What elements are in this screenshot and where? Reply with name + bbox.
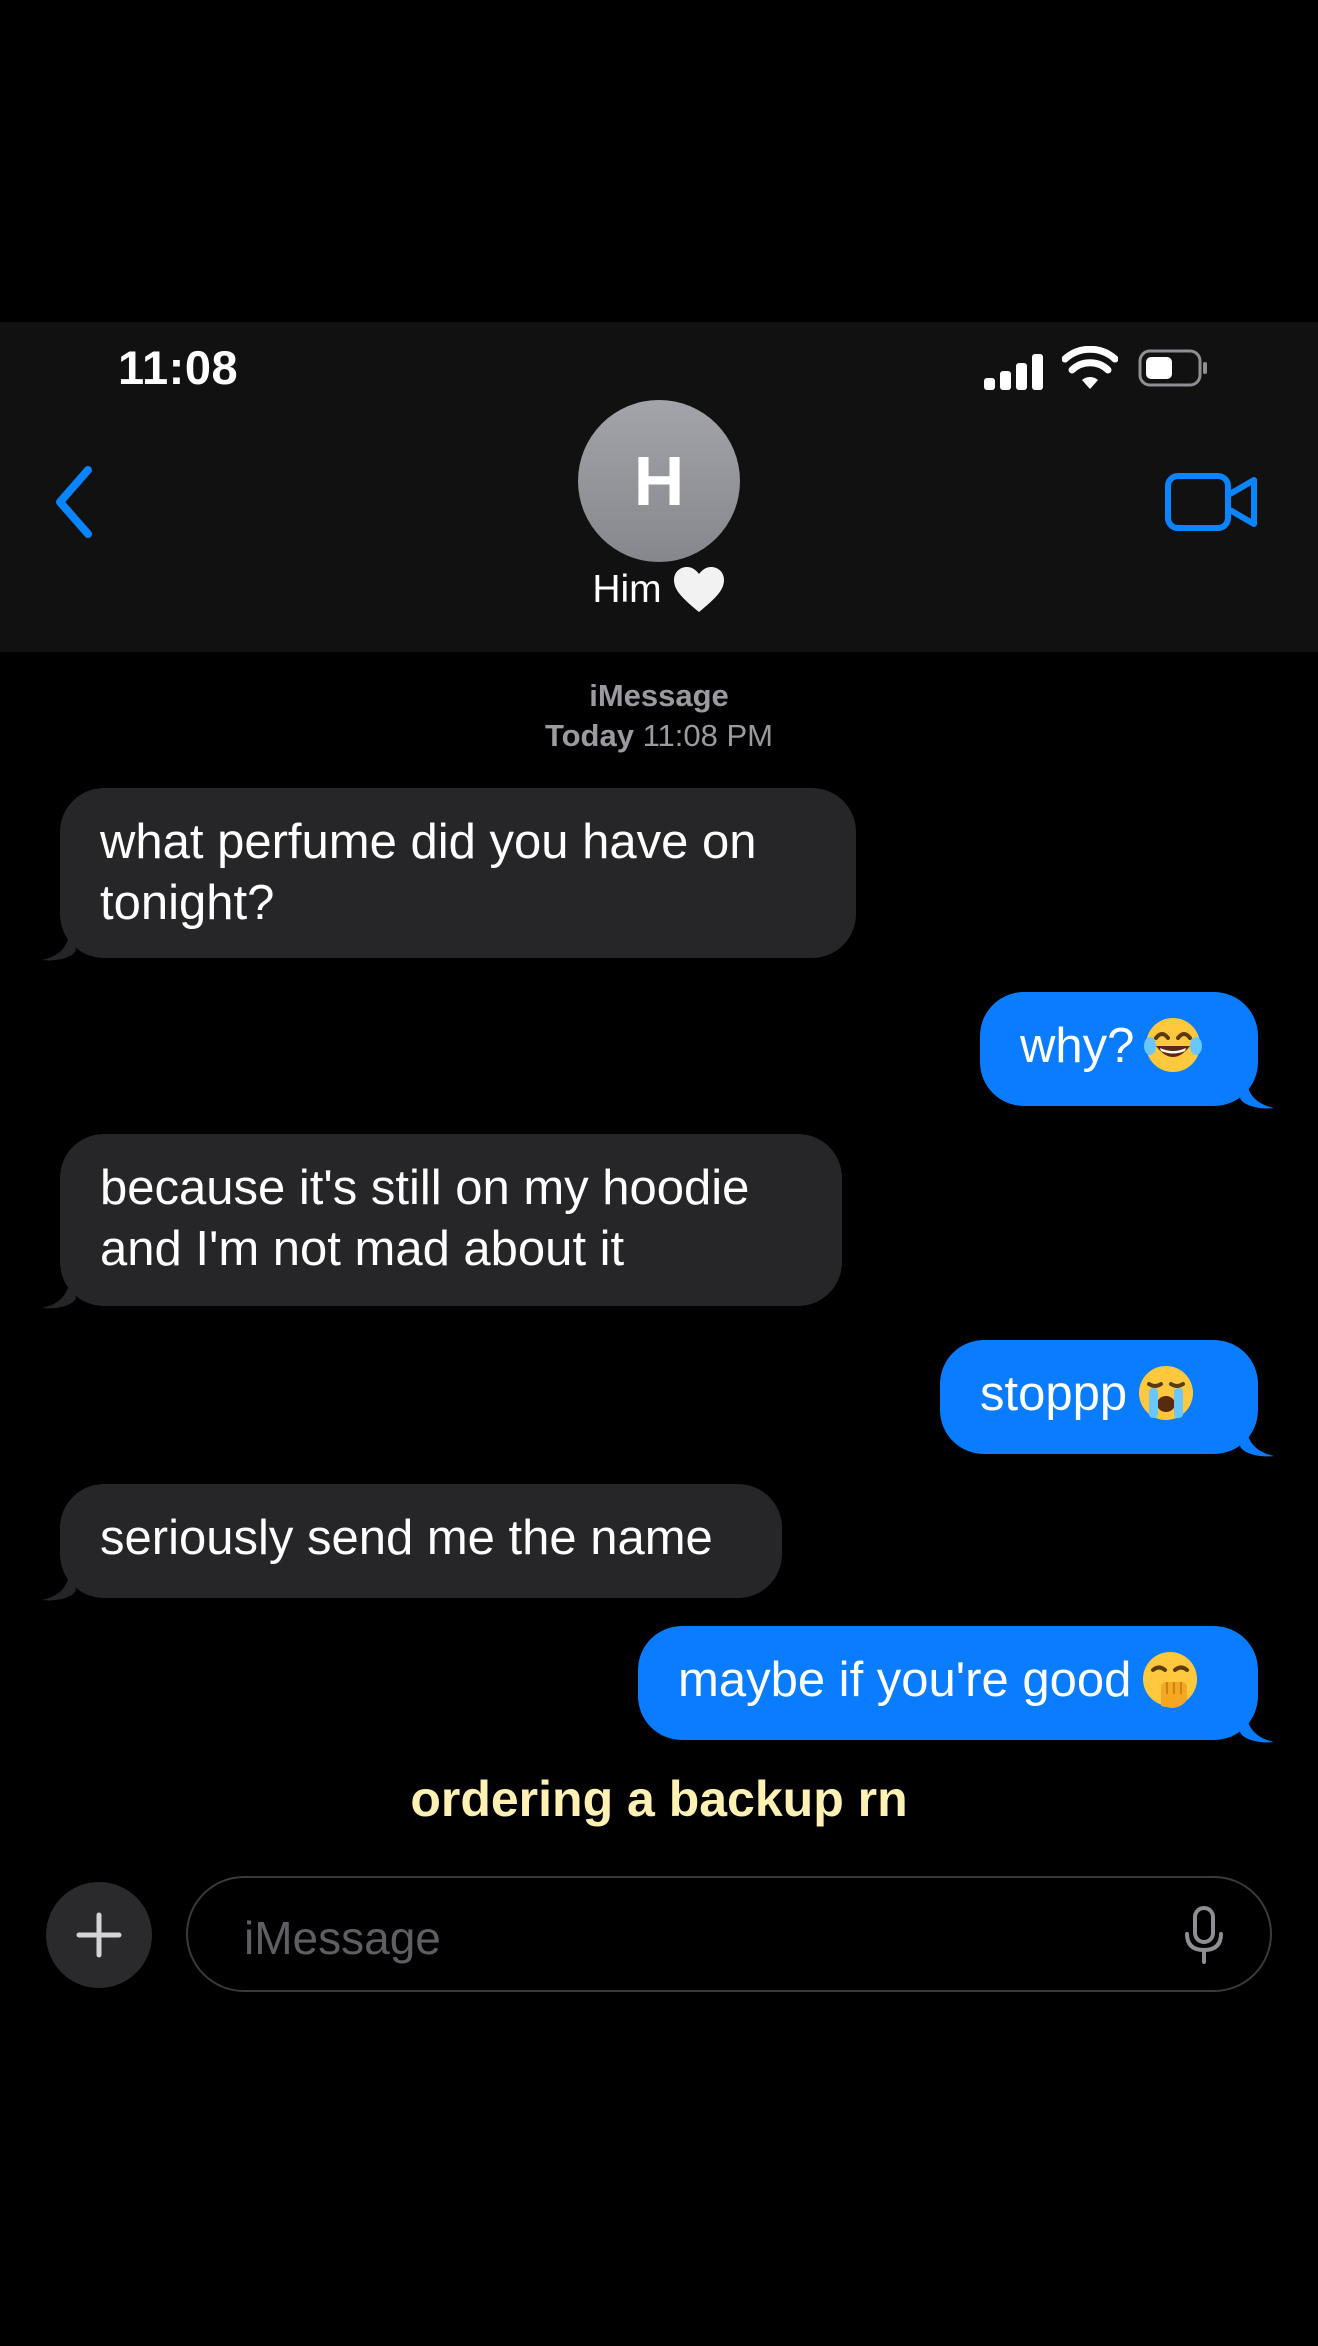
message-text: stoppp	[980, 1367, 1128, 1421]
contact-name-button[interactable]: Him	[0, 566, 1318, 614]
overlay-caption: ordering a backup rn	[410, 1771, 908, 1827]
contact-name: Him	[592, 568, 662, 611]
timestamp-time: 11:08 PM	[642, 718, 773, 753]
message-text: seriously send me the name	[100, 1511, 713, 1565]
message-bubble-outgoing[interactable]: why?	[980, 992, 1258, 1106]
message-text: because it's still on my hoodie and I'm …	[100, 1161, 750, 1276]
wifi-icon	[1062, 346, 1118, 389]
thread-timestamp: Today 11:08 PM	[0, 718, 1318, 754]
message-bubble-incoming[interactable]: seriously send me the name	[60, 1484, 782, 1598]
message-text: why?	[1020, 1019, 1135, 1073]
message-text: what perfume did you have on tonight?	[100, 815, 757, 930]
laughing-tears-emoji	[1144, 1018, 1203, 1072]
apps-plus-button[interactable]	[46, 1882, 152, 1988]
bubble-tail	[42, 926, 76, 961]
plus-icon	[76, 1912, 122, 1958]
battery-icon	[1138, 349, 1207, 387]
hand-over-mouth-emoji	[1143, 1652, 1198, 1708]
message-bubble-outgoing[interactable]: stoppp	[940, 1340, 1258, 1454]
message-bubble-incoming[interactable]: what perfume did you have on tonight?	[60, 788, 856, 958]
back-chevron-icon[interactable]	[52, 464, 100, 540]
bubble-tail	[42, 1566, 76, 1601]
white-heart-emoji	[673, 567, 724, 612]
status-time: 11:08	[118, 341, 239, 394]
facetime-video-icon[interactable]	[1164, 470, 1260, 534]
bubble-tail	[42, 1274, 76, 1309]
avatar-initial: H	[633, 442, 685, 520]
cellular-signal-icon	[984, 354, 1044, 390]
microphone-icon[interactable]	[1184, 1906, 1224, 1964]
bubble-tail	[1240, 1708, 1274, 1743]
contact-avatar[interactable]: H	[578, 400, 740, 562]
service-label: iMessage	[589, 678, 729, 713]
message-input-placeholder: iMessage	[244, 1912, 441, 1964]
bubble-tail	[1240, 1074, 1274, 1109]
timestamp-day: Today	[544, 718, 634, 753]
crying-emoji	[1139, 1366, 1194, 1420]
message-text: maybe if you're good	[678, 1653, 1132, 1707]
message-input[interactable]: iMessage	[186, 1876, 1272, 1992]
message-bubble-incoming[interactable]: because it's still on my hoodie and I'm …	[60, 1134, 842, 1306]
message-bubble-outgoing[interactable]: maybe if you're good	[638, 1626, 1258, 1740]
bubble-tail	[1240, 1422, 1274, 1457]
